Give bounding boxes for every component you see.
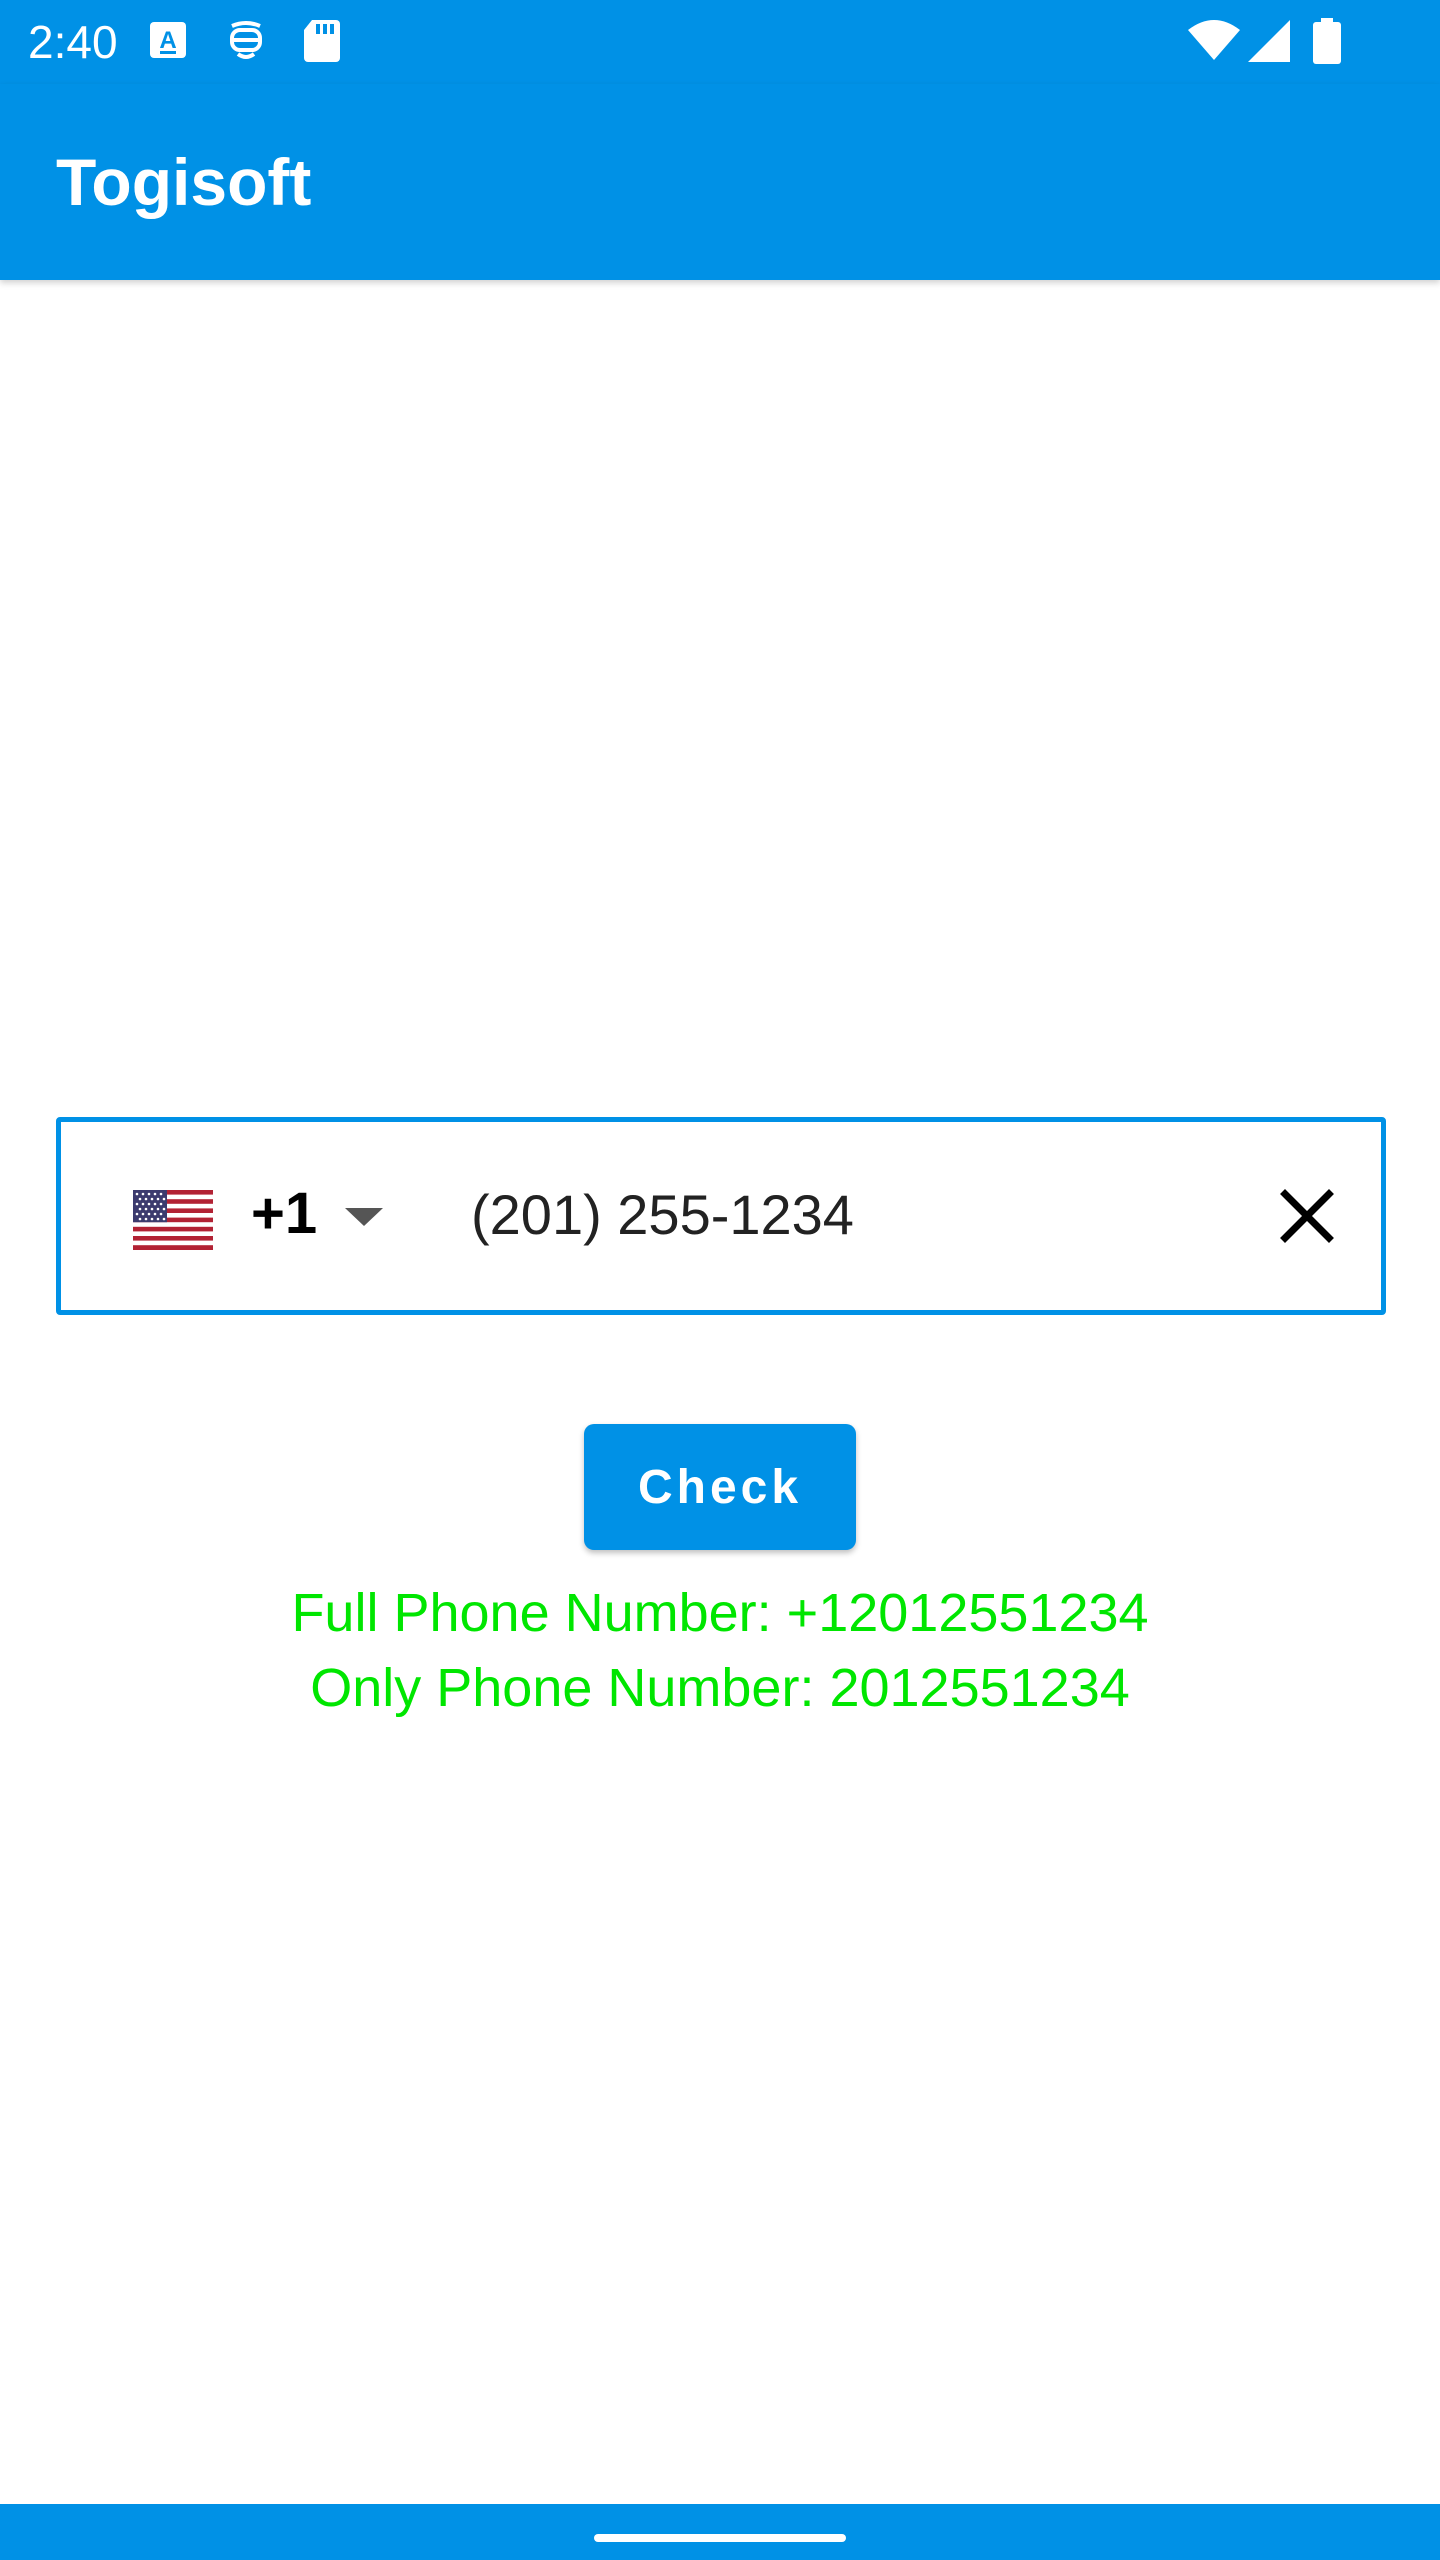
font-download-icon: A <box>148 18 188 67</box>
phone-number-field: +1 <box>56 1117 1386 1315</box>
full-phone-number-result: Full Phone Number: +12012551234 <box>291 1583 1149 1643</box>
home-gesture-handle[interactable] <box>594 2534 846 2542</box>
close-icon[interactable] <box>1265 1174 1349 1258</box>
cellular-signal-icon <box>1246 18 1292 69</box>
us-flag-icon[interactable] <box>133 1190 213 1255</box>
battery-icon <box>1312 18 1342 69</box>
app-bar: Togisoft <box>0 84 1440 280</box>
sd-card-icon <box>302 18 342 69</box>
country-dial-code[interactable]: +1 <box>251 1178 317 1250</box>
status-time: 2:40 <box>28 16 118 68</box>
face-mask-icon <box>224 18 268 67</box>
svg-text:A: A <box>159 27 176 54</box>
status-bar: 2:40 A <box>0 0 1440 84</box>
dropdown-arrow-icon[interactable] <box>345 1208 383 1231</box>
check-button[interactable]: Check <box>584 1424 856 1550</box>
only-phone-number-result: Only Phone Number: 2012551234 <box>310 1658 1130 1718</box>
wifi-icon <box>1186 18 1242 67</box>
navigation-bar <box>0 2504 1440 2560</box>
app-title: Togisoft <box>56 145 312 219</box>
phone-number-input[interactable] <box>471 1172 1231 1256</box>
